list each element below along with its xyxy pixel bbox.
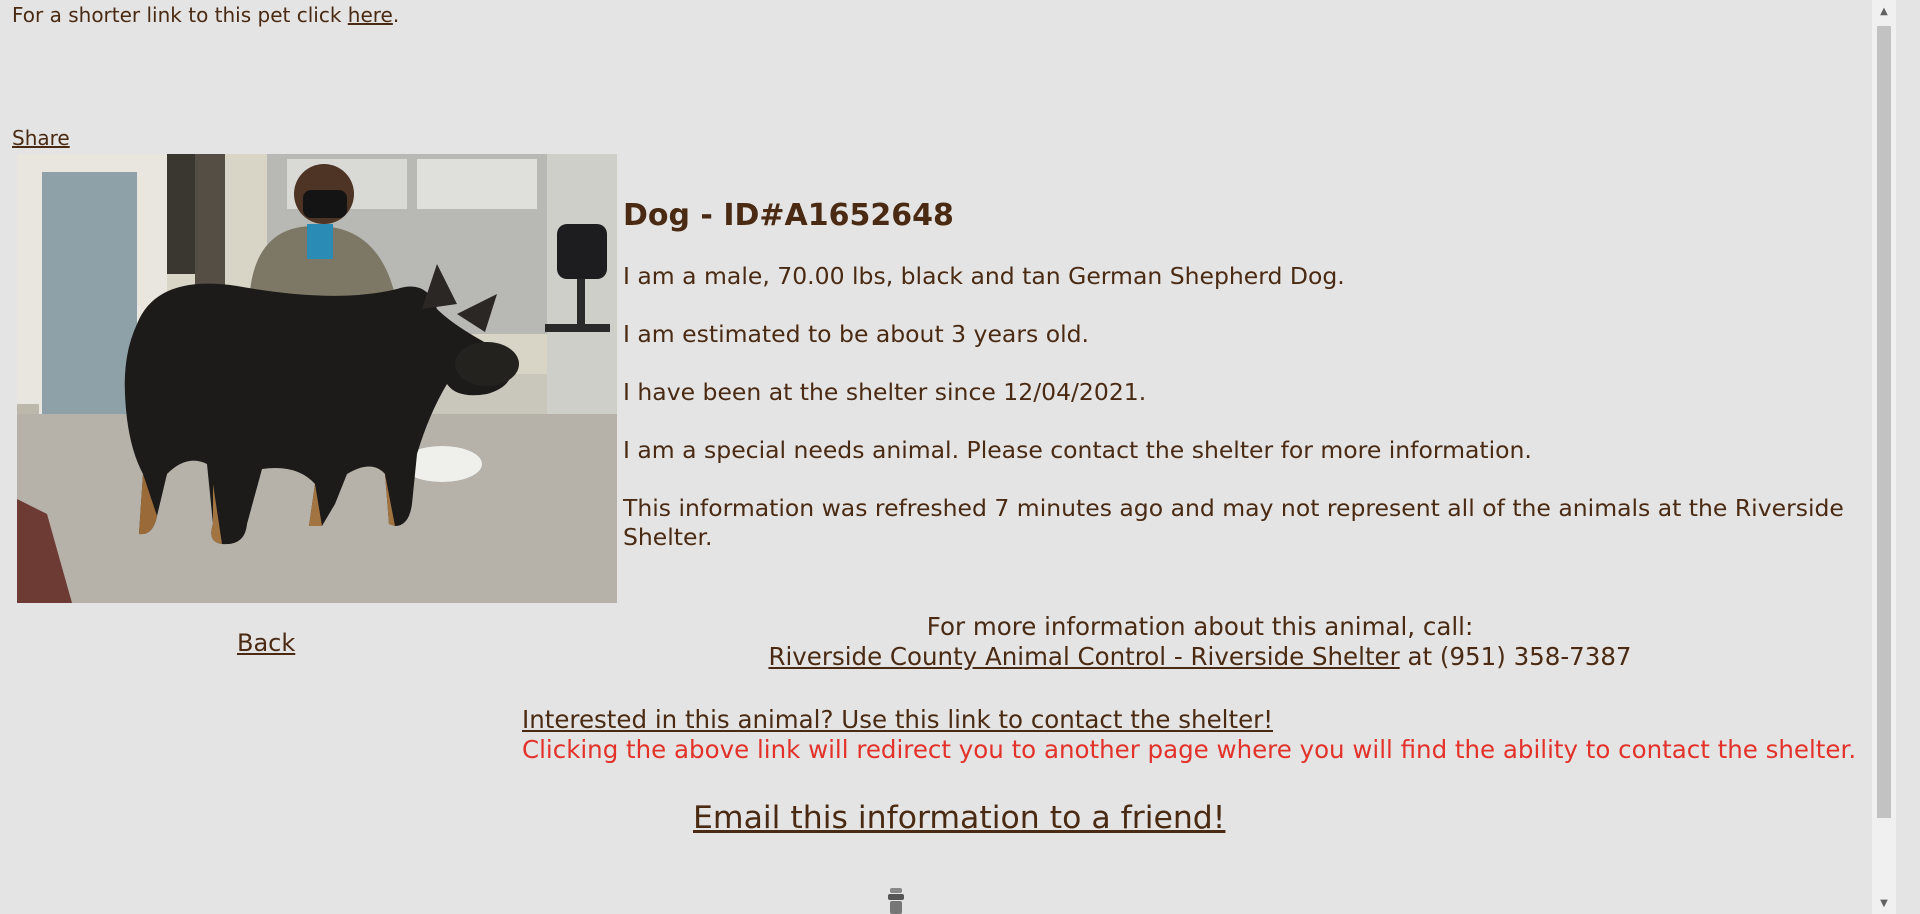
redirect-note: Clicking the above link will redirect yo…	[522, 735, 1857, 764]
animal-special-needs: I am a special needs animal. Please cont…	[623, 436, 1532, 464]
animal-description: I am a male, 70.00 lbs, black and tan Ge…	[623, 262, 1345, 290]
animal-shelter-since: I have been at the shelter since 12/04/2…	[623, 378, 1147, 406]
here-link[interactable]: here	[348, 3, 393, 27]
refresh-notice: This information was refreshed 7 minutes…	[623, 494, 1844, 551]
more-info-callout: For more information about this animal, …	[520, 612, 1880, 672]
shorter-link-period: .	[392, 3, 400, 27]
shelter-contact-line: Riverside County Animal Control - Rivers…	[520, 642, 1880, 672]
back-link[interactable]: Back	[237, 628, 295, 658]
contact-shelter-link[interactable]: Interested in this animal? Use this link…	[522, 705, 1273, 734]
shorter-link-text: For a shorter link to this pet click	[12, 3, 348, 27]
contact-shelter-section: Interested in this animal? Use this link…	[522, 705, 1856, 765]
pet-photo	[17, 154, 617, 603]
animal-info: Dog - ID#A1652648 I am a male, 70.00 lbs…	[623, 196, 1893, 552]
animal-heading: Dog - ID#A1652648	[623, 198, 954, 233]
vertical-scrollbar[interactable]: ▲ ▼	[1872, 0, 1896, 914]
scroll-up-arrow-icon[interactable]: ▲	[1872, 0, 1896, 22]
loading-spinner-icon	[886, 886, 906, 914]
share-link[interactable]: Share	[12, 126, 70, 150]
animal-age: I am estimated to be about 3 years old.	[623, 320, 1089, 348]
shelter-link[interactable]: Riverside County Animal Control - Rivers…	[768, 642, 1399, 671]
call-prompt: For more information about this animal, …	[926, 612, 1474, 641]
pet-details-page: For a shorter link to this pet click her…	[0, 0, 1896, 914]
scroll-down-arrow-icon[interactable]: ▼	[1872, 892, 1896, 914]
scrollbar-thumb[interactable]	[1877, 26, 1891, 818]
shorter-link-line: For a shorter link to this pet click her…	[12, 3, 399, 27]
shelter-phone: at (951) 358-7387	[1399, 642, 1632, 671]
email-friend-link[interactable]: Email this information to a friend!	[693, 798, 1225, 838]
